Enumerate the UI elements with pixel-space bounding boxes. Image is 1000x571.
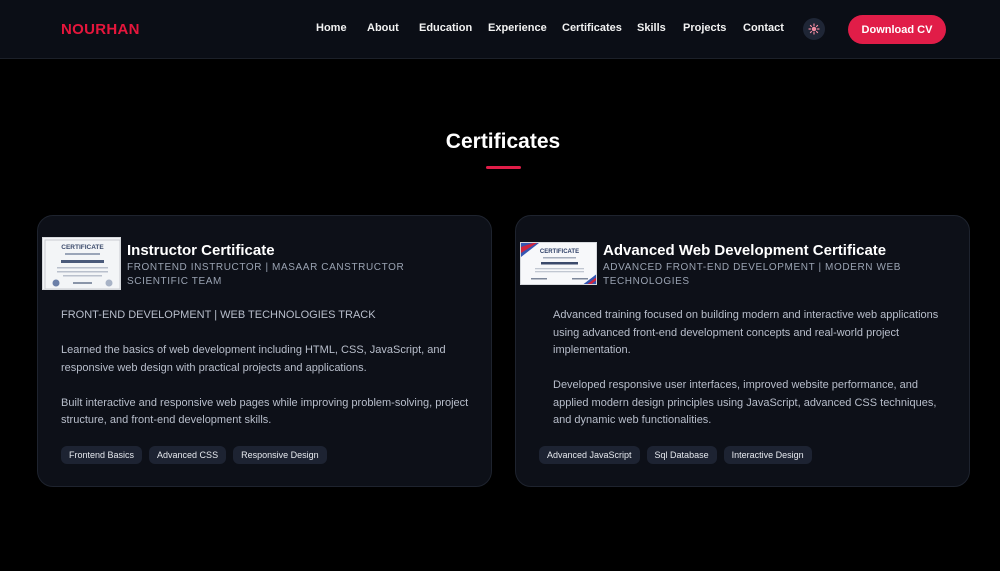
- card-paragraph: Learned the basics of web development in…: [61, 344, 446, 374]
- gear-icon: [808, 23, 820, 35]
- card-title: Instructor Certificate: [127, 242, 275, 259]
- certificate-thumbnail[interactable]: CERTIFICATE: [42, 237, 121, 290]
- card-body: FRONT-END DEVELOPMENT | WEB TECHNOLOGIES…: [61, 307, 471, 447]
- theme-toggle-button[interactable]: [803, 18, 825, 40]
- tag: Interactive Design: [723, 446, 812, 464]
- card-paragraph: Built interactive and responsive web pag…: [61, 396, 469, 427]
- nav-link-home[interactable]: Home: [316, 22, 347, 34]
- logo[interactable]: NOURHAN: [61, 21, 140, 38]
- card-paragraph: Advanced training focused on building mo…: [553, 309, 939, 356]
- download-cv-button[interactable]: Download CV: [848, 15, 946, 44]
- card-paragraph: Developed responsive user interfaces, im…: [553, 379, 937, 426]
- tag-list: Advanced JavaScript Sql Database Interac…: [539, 446, 812, 464]
- nav-link-experience[interactable]: Experience: [488, 22, 547, 34]
- nav-link-education[interactable]: Education: [419, 22, 472, 34]
- card-subtitle: ADVANCED FRONT-END DEVELOPMENT | MODERN …: [603, 262, 902, 287]
- card-body: Advanced training focused on building mo…: [553, 307, 948, 447]
- certificate-card: CERTIFICATE Instructor Certificate FRONT…: [37, 215, 492, 487]
- card-subtitle: FRONTEND INSTRUCTOR | MASAAR CANSTRUCTOR…: [127, 262, 405, 287]
- nav-link-certificates[interactable]: Certificates: [562, 22, 622, 34]
- certificate-card: CERTIFICATE Advanced Web Development Cer…: [515, 215, 970, 487]
- section-title: Certificates: [445, 130, 561, 153]
- title-underline: [486, 166, 521, 169]
- certificate-thumbnail[interactable]: CERTIFICATE: [520, 242, 597, 285]
- card-title: Advanced Web Development Certificate: [603, 242, 887, 259]
- thumb-label: CERTIFICATE: [540, 249, 579, 255]
- thumb-label: CERTIFICATE: [61, 244, 104, 251]
- certificate-image: CERTIFICATE: [43, 238, 120, 289]
- tag-list: Frontend Basics Advanced CSS Responsive …: [61, 446, 327, 464]
- nav-link-projects[interactable]: Projects: [683, 22, 726, 34]
- tag: Advanced JavaScript: [539, 446, 640, 464]
- nav-link-contact[interactable]: Contact: [743, 22, 784, 34]
- nav-link-skills[interactable]: Skills: [637, 22, 666, 34]
- card-paragraph: FRONT-END DEVELOPMENT | WEB TECHNOLOGIES…: [61, 309, 376, 321]
- nav-link-about[interactable]: About: [367, 22, 399, 34]
- tag: Frontend Basics: [61, 446, 143, 464]
- certificate-image: CERTIFICATE: [521, 243, 596, 284]
- tag: Sql Database: [646, 446, 717, 464]
- navbar: NOURHAN Home About Education Experience …: [0, 0, 1000, 59]
- tag: Responsive Design: [233, 446, 327, 464]
- tag: Advanced CSS: [149, 446, 227, 464]
